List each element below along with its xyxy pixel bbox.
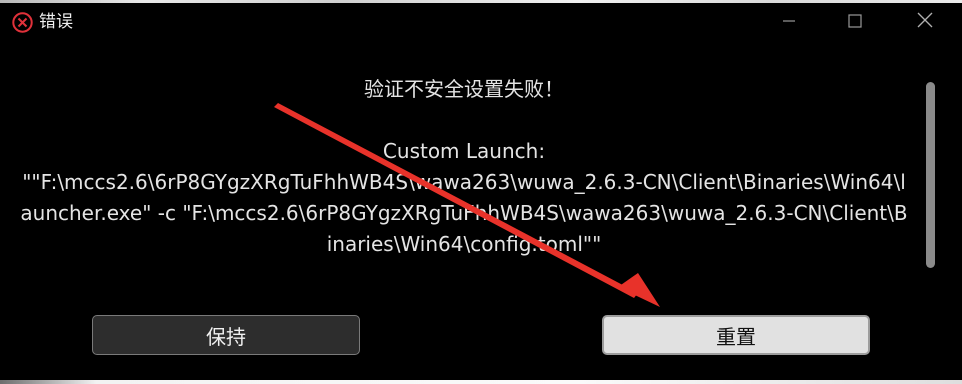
message-heading: 验证不安全设置失败！ xyxy=(364,77,564,101)
error-dialog: 错误 验证不安全设置失败！ Custom Launch: ""F:\mccs2.… xyxy=(0,0,962,384)
message-area: 验证不安全设置失败！ Custom Launch: ""F:\mccs2.6\6… xyxy=(0,66,928,282)
message-command: ""F:\mccs2.6\6rP8GYgzXRgTuFhhWB4S\wawa26… xyxy=(20,170,908,256)
reset-button[interactable]: 重置 xyxy=(602,315,870,355)
title-bar[interactable]: 错误 xyxy=(0,3,962,41)
minimize-icon xyxy=(782,13,796,32)
error-icon xyxy=(12,12,33,33)
bottom-edge-strip xyxy=(0,380,962,384)
maximize-button[interactable] xyxy=(832,3,878,41)
message-label: Custom Launch: xyxy=(382,139,546,163)
keep-button[interactable]: 保持 xyxy=(92,315,360,355)
maximize-icon xyxy=(848,13,862,32)
close-icon xyxy=(917,12,933,32)
minimize-button[interactable] xyxy=(766,3,812,41)
close-button[interactable] xyxy=(902,3,948,41)
message-scrollbar[interactable] xyxy=(926,82,935,268)
window-title: 错误 xyxy=(39,12,73,32)
